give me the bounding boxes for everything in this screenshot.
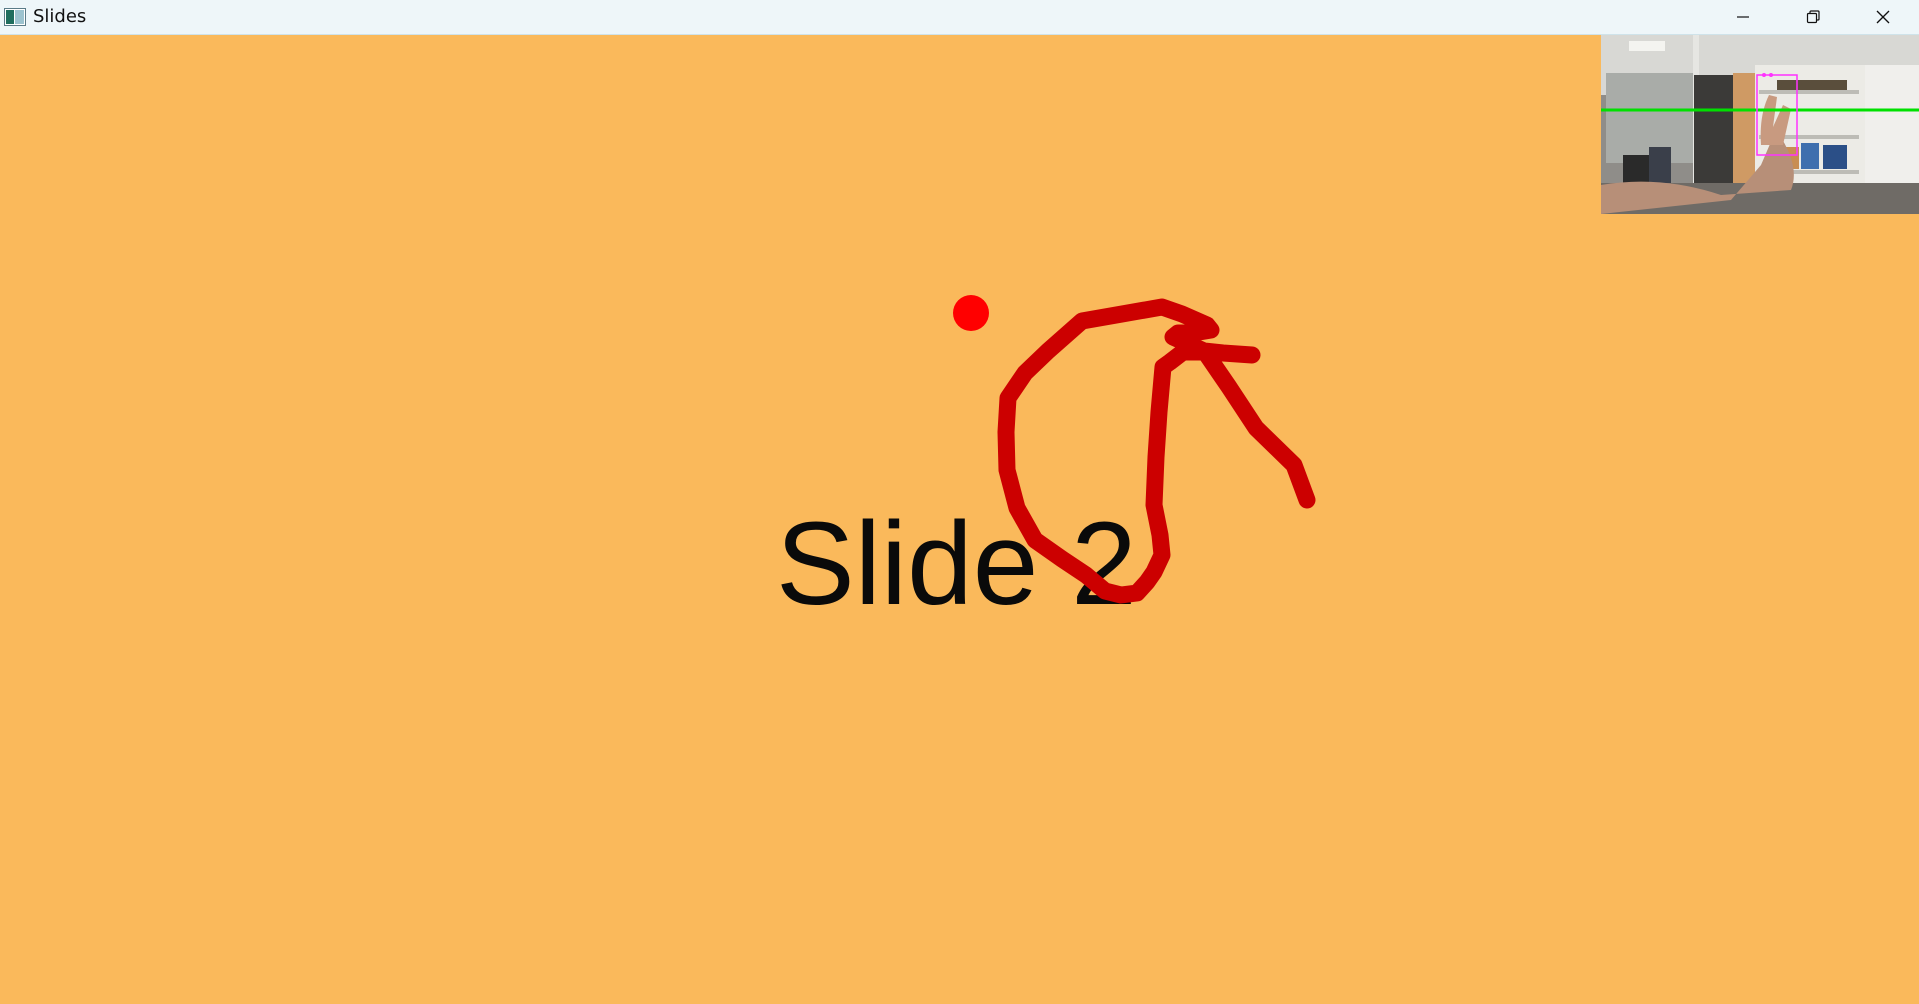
restore-button[interactable] xyxy=(1778,0,1848,34)
webcam-preview xyxy=(1601,35,1919,214)
minimize-button[interactable] xyxy=(1708,0,1778,34)
window-title: Slides xyxy=(33,6,87,27)
slide-canvas[interactable]: Slide 2 xyxy=(0,35,1919,1004)
webcam-feed-image xyxy=(1601,35,1919,214)
close-icon xyxy=(1876,10,1890,24)
laser-pointer-dot xyxy=(953,295,989,331)
app-icon xyxy=(4,8,26,26)
title-bar[interactable]: Slides xyxy=(0,0,1919,35)
close-button[interactable] xyxy=(1848,0,1918,34)
slides-window: Slides Slide 2 xyxy=(0,0,1919,1004)
restore-icon xyxy=(1806,10,1820,24)
minimize-icon xyxy=(1737,16,1749,18)
freehand-stroke xyxy=(997,298,1316,604)
